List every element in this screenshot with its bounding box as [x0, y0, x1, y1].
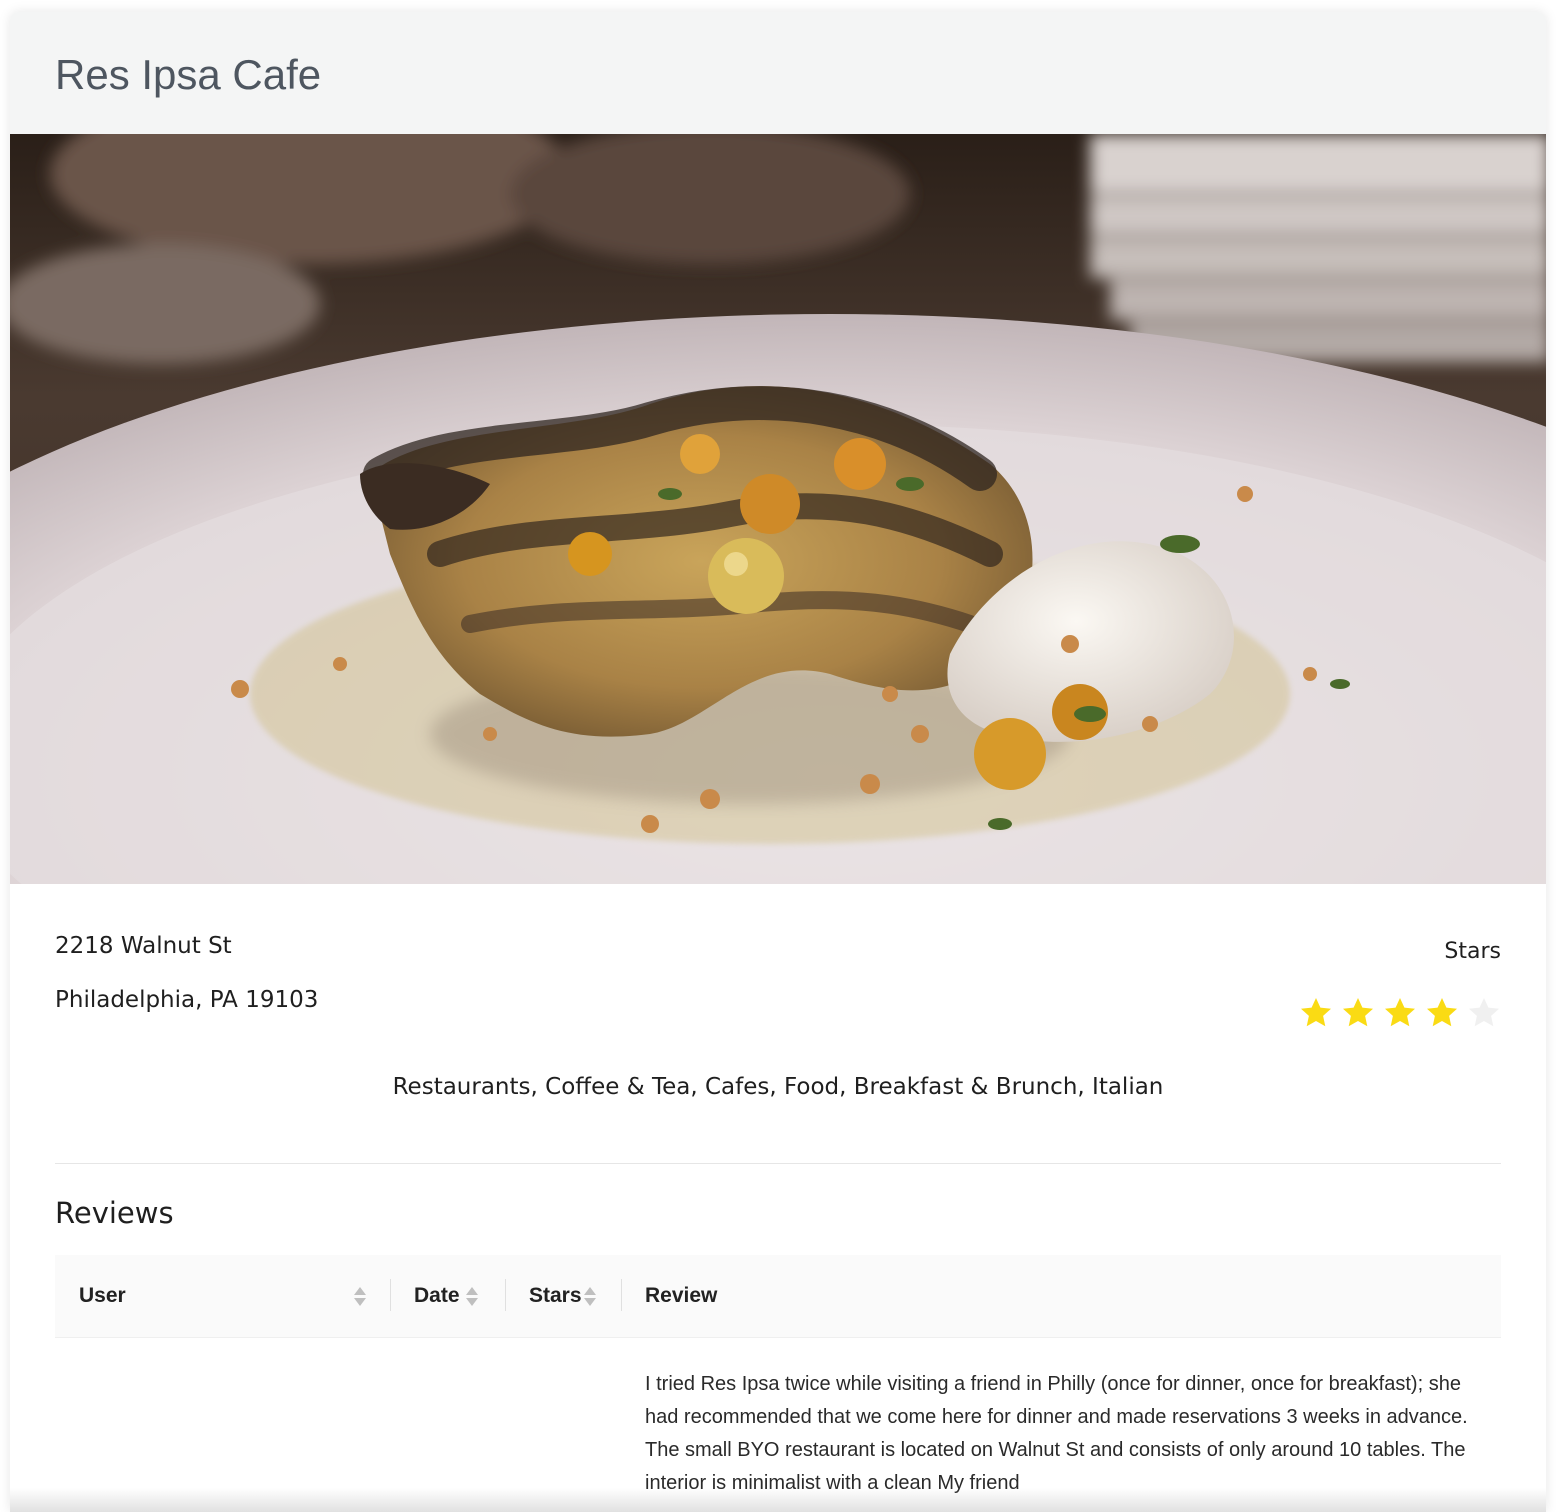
divider	[55, 1163, 1501, 1164]
column-header-stars[interactable]: Stars	[505, 1255, 621, 1337]
star-filled-icon	[1301, 998, 1331, 1027]
star-empty-icon	[1469, 998, 1499, 1027]
column-header-date[interactable]: Date	[390, 1255, 505, 1337]
reviews-heading: Reviews	[55, 1196, 174, 1230]
column-label-stars: Stars	[529, 1284, 582, 1307]
reviews-table: User Date Stars Review I tried Res Ipsa …	[55, 1255, 1501, 1500]
table-header: User Date Stars Review	[55, 1255, 1501, 1338]
categories: Restaurants, Coffee & Tea, Cafes, Food, …	[392, 1074, 1164, 1100]
review-text: I tried Res Ipsa twice while visiting a …	[645, 1373, 1468, 1494]
business-card: Res Ipsa Cafe 2218 Walnut St Philadelphi…	[10, 12, 1546, 1512]
column-label-review: Review	[645, 1284, 718, 1307]
address-line-street: 2218 Walnut St	[55, 933, 232, 959]
table-row: I tried Res Ipsa twice while visiting a …	[55, 1338, 1501, 1500]
hero-food-photo	[10, 134, 1546, 884]
rating-label: Stars	[1444, 939, 1501, 964]
sort-icon[interactable]	[354, 1286, 366, 1306]
star-filled-icon	[1385, 998, 1415, 1027]
column-header-review: Review	[621, 1255, 1501, 1337]
column-label-user: User	[79, 1284, 126, 1307]
address-line-city: Philadelphia, PA 19103	[55, 987, 319, 1013]
star-filled-icon	[1343, 998, 1373, 1027]
column-label-date: Date	[414, 1284, 460, 1307]
business-name: Res Ipsa Cafe	[55, 51, 322, 98]
card-header: Res Ipsa Cafe	[10, 12, 1546, 134]
star-filled-icon	[1427, 998, 1457, 1027]
address: 2218 Walnut St Philadelphia, PA 19103	[55, 924, 318, 1032]
sort-icon[interactable]	[465, 1286, 478, 1306]
column-header-user[interactable]: User	[55, 1255, 390, 1337]
rating-block: Stars	[1299, 930, 1501, 1030]
sort-icon[interactable]	[583, 1286, 596, 1306]
star-rating	[1299, 996, 1501, 1030]
